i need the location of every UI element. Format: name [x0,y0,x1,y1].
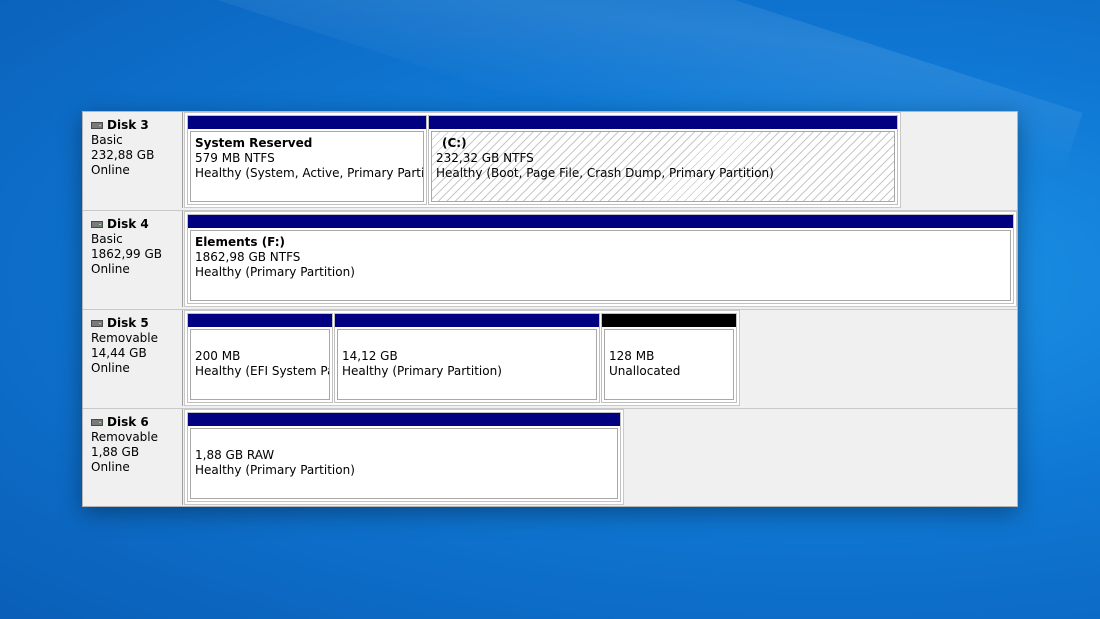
partition-status: Healthy (Primary Partition) [195,463,355,477]
partition-body-selected: (C:) 232,32 GB NTFS Healthy (Boot, Page … [431,131,895,202]
disk-map-panel: Disk 3 Basic 232,88 GB Online System Res… [82,111,1018,507]
partition-title: Elements (F:) [195,235,285,249]
partition-size: 1862,98 GB NTFS [195,250,301,264]
disk-name: Disk 4 [107,217,149,231]
partition-area: Elements (F:) 1862,98 GB NTFS Healthy (P… [184,211,1017,307]
disk-row-4: Disk 4 Basic 1862,99 GB Online Elements … [83,211,1017,310]
partition-size: 128 MB [609,349,655,363]
disk-drive-icon [91,320,103,327]
unallocated-bar [602,314,736,327]
partition-status: Healthy (System, Active, Primary Partiti… [195,166,424,180]
disk-name: Disk 3 [107,118,149,132]
partition-efi[interactable]: 200 MB Healthy (EFI System Partition) [187,313,333,403]
disk-size: 1,88 GB [91,445,140,459]
partition-area: 200 MB Healthy (EFI System Partition) 14… [184,310,740,406]
disk-type: Removable [91,430,159,444]
partition-body: System Reserved 579 MB NTFS Healthy (Sys… [190,131,424,202]
disk-drive-icon [91,122,103,129]
disk-row-5: Disk 5 Removable 14,44 GB Online 200 MB … [83,310,1017,409]
disk-name: Disk 6 [107,415,149,429]
partition-size: 14,12 GB [342,349,398,363]
partition-area: System Reserved 579 MB NTFS Healthy (Sys… [184,112,901,208]
disk-status: Online [91,262,130,276]
partition-elements[interactable]: Elements (F:) 1862,98 GB NTFS Healthy (P… [187,214,1014,304]
partition-status: Healthy (Boot, Page File, Crash Dump, Pr… [436,166,774,180]
partition-area: 1,88 GB RAW Healthy (Primary Partition) [184,409,624,505]
partition-body: Elements (F:) 1862,98 GB NTFS Healthy (P… [190,230,1011,301]
disk-size: 14,44 GB [91,346,147,360]
partition-status: Healthy (Primary Partition) [342,364,502,378]
partition-status: Healthy (EFI System Partition) [195,364,329,378]
partition-bar [429,116,897,129]
disk-info-6[interactable]: Disk 6 Removable 1,88 GB Online [83,409,183,505]
disk-type: Basic [91,133,123,147]
partition-status: Healthy (Primary Partition) [195,265,355,279]
partition-body: 128 MB Unallocated [604,329,734,400]
disk-type: Basic [91,232,123,246]
disk-drive-icon [91,419,103,426]
partition-size: 1,88 GB RAW [195,448,275,462]
partition-size: 200 MB [195,349,241,363]
disk-name: Disk 5 [107,316,149,330]
partition-system-reserved[interactable]: System Reserved 579 MB NTFS Healthy (Sys… [187,115,427,205]
disk-status: Online [91,163,130,177]
partition-c[interactable]: (C:) 232,32 GB NTFS Healthy (Boot, Page … [428,115,898,205]
disk-info-3[interactable]: Disk 3 Basic 232,88 GB Online [83,112,183,208]
partition-title: System Reserved [195,136,313,150]
partition-raw[interactable]: 1,88 GB RAW Healthy (Primary Partition) [187,412,621,502]
disk-row-3: Disk 3 Basic 232,88 GB Online System Res… [83,112,1017,211]
partition-size: 579 MB NTFS [195,151,275,165]
partition-bar [188,314,332,327]
partition-title: (C:) [442,136,467,150]
disk-row-6: Disk 6 Removable 1,88 GB Online 1,88 GB … [83,409,1017,507]
partition-body: 14,12 GB Healthy (Primary Partition) [337,329,597,400]
partition-size: 232,32 GB NTFS [436,151,534,165]
partition-unallocated[interactable]: 128 MB Unallocated [601,313,737,403]
partition-bar [188,116,426,129]
disk-type: Removable [91,331,159,345]
disk-info-4[interactable]: Disk 4 Basic 1862,99 GB Online [83,211,183,307]
partition-bar [335,314,599,327]
partition-bar [188,215,1013,228]
partition-status: Unallocated [609,364,681,378]
partition-primary[interactable]: 14,12 GB Healthy (Primary Partition) [334,313,600,403]
disk-info-5[interactable]: Disk 5 Removable 14,44 GB Online [83,310,183,406]
disk-status: Online [91,460,130,474]
disk-status: Online [91,361,130,375]
partition-bar [188,413,620,426]
partition-body: 1,88 GB RAW Healthy (Primary Partition) [190,428,618,499]
disk-size: 1862,99 GB [91,247,162,261]
disk-size: 232,88 GB [91,148,155,162]
partition-body: 200 MB Healthy (EFI System Partition) [190,329,330,400]
disk-drive-icon [91,221,103,228]
